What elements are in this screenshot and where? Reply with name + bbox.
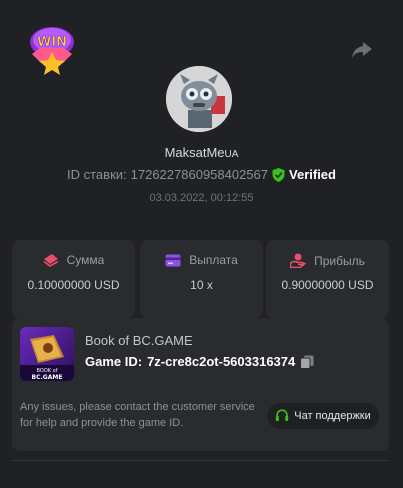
stat-head-amount: Сумма (12, 253, 135, 267)
divider (12, 460, 389, 461)
money-stack-icon (43, 254, 59, 267)
verified-label: Verified (289, 167, 336, 182)
copy-icon[interactable] (300, 355, 314, 369)
username-text: MaksatMe (164, 145, 225, 160)
stat-value-profit: 0.90000000 USD (281, 278, 374, 292)
win-badge-icon: WIN (30, 27, 74, 75)
stat-head-profit: Прибыль (266, 253, 389, 268)
stat-value-payout: 10 x (190, 278, 213, 292)
game-id-value: 7z-cre8c2ot-5603316374 (147, 354, 296, 369)
stat-head-payout: Выплата (140, 253, 263, 267)
support-chat-label: Чат поддержки (294, 410, 371, 422)
stat-value-amount: 0.10000000 USD (27, 278, 120, 292)
support-chat-button[interactable]: Чат поддержки (267, 403, 379, 429)
username-suffix: UA (224, 149, 239, 160)
bet-id-value: 1726227860958402567 (130, 167, 269, 182)
game-card: BOOK of BC.GAME Book of BC.GAME Game ID:… (12, 318, 389, 451)
bet-details-panel: WIN MaksatMeUA ID ставки: 17262278609584… (0, 0, 403, 488)
thumb-text-bottom: BC.GAME (32, 374, 63, 381)
game-thumbnail[interactable]: BOOK of BC.GAME (20, 327, 74, 381)
bet-id-label: ID ставки: (67, 167, 127, 182)
hand-coin-icon (290, 253, 307, 268)
game-id-row: Game ID: 7z-cre8c2ot-5603316374 (85, 354, 314, 369)
avatar (166, 66, 232, 132)
bet-id-row: ID ставки: 1726227860958402567 Verified (0, 167, 403, 182)
headset-icon (276, 409, 289, 421)
book-of-bcgame-thumbnail-icon: BOOK of BC.GAME (20, 327, 74, 381)
win-badge-text: WIN (37, 35, 67, 50)
stat-card-amount: Сумма 0.10000000 USD (12, 240, 135, 318)
support-help-text: Any issues, please contact the customer … (20, 401, 255, 429)
game-id-label: Game ID: (85, 354, 143, 369)
stat-label-payout: Выплата (189, 253, 238, 267)
bet-datetime: 03.03.2022, 00:12:55 (149, 192, 254, 204)
username: MaksatMeUA (0, 145, 403, 160)
robot-avatar-icon (166, 66, 232, 132)
game-name[interactable]: Book of BC.GAME (85, 333, 193, 348)
wallet-card-icon (165, 254, 181, 266)
verified-shield-icon (272, 167, 285, 182)
stat-card-payout: Выплата 10 x (140, 240, 263, 318)
share-icon[interactable] (351, 40, 373, 60)
stat-label-profit: Прибыль (314, 253, 365, 268)
stat-label-amount: Сумма (66, 253, 105, 267)
stat-card-profit: Прибыль 0.90000000 USD (266, 240, 389, 318)
